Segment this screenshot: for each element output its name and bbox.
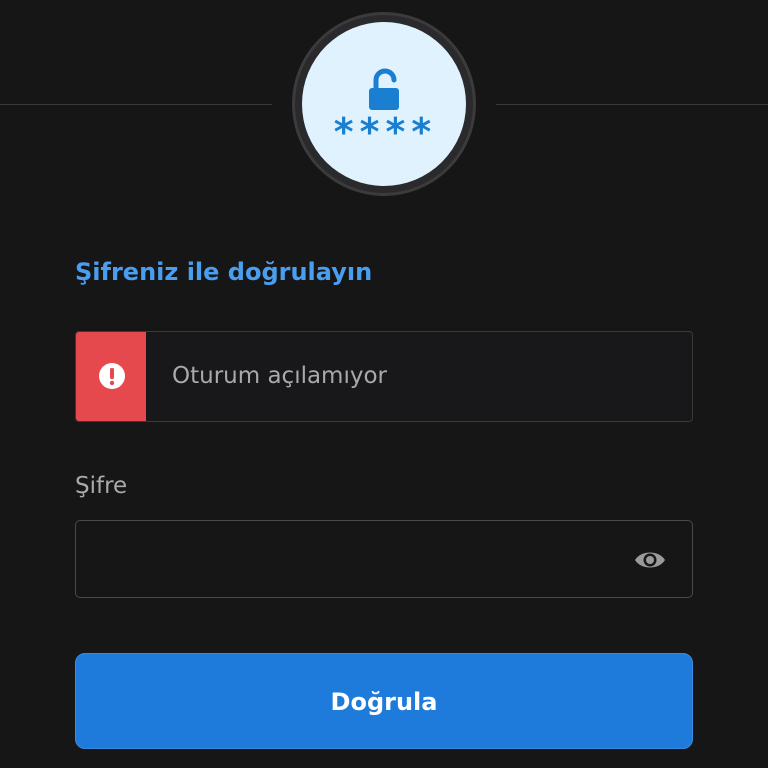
pin-mask-text: **** — [332, 110, 436, 154]
exclamation-circle-icon — [99, 363, 125, 389]
error-alert: Oturum açılamıyor — [75, 331, 693, 422]
password-input[interactable] — [75, 520, 693, 598]
header-divider-right — [496, 104, 768, 105]
alert-message: Oturum açılamıyor — [172, 363, 387, 389]
verify-button[interactable]: Doğrula — [75, 653, 693, 749]
verification-screen: **** Şifreniz ile doğrulayın Oturum açıl… — [0, 0, 768, 768]
page-title: Şifreniz ile doğrulayın — [75, 258, 373, 286]
header-divider-left — [0, 104, 272, 105]
lock-open-icon — [369, 68, 399, 110]
eye-icon[interactable] — [633, 546, 667, 574]
password-label: Şifre — [75, 473, 128, 499]
